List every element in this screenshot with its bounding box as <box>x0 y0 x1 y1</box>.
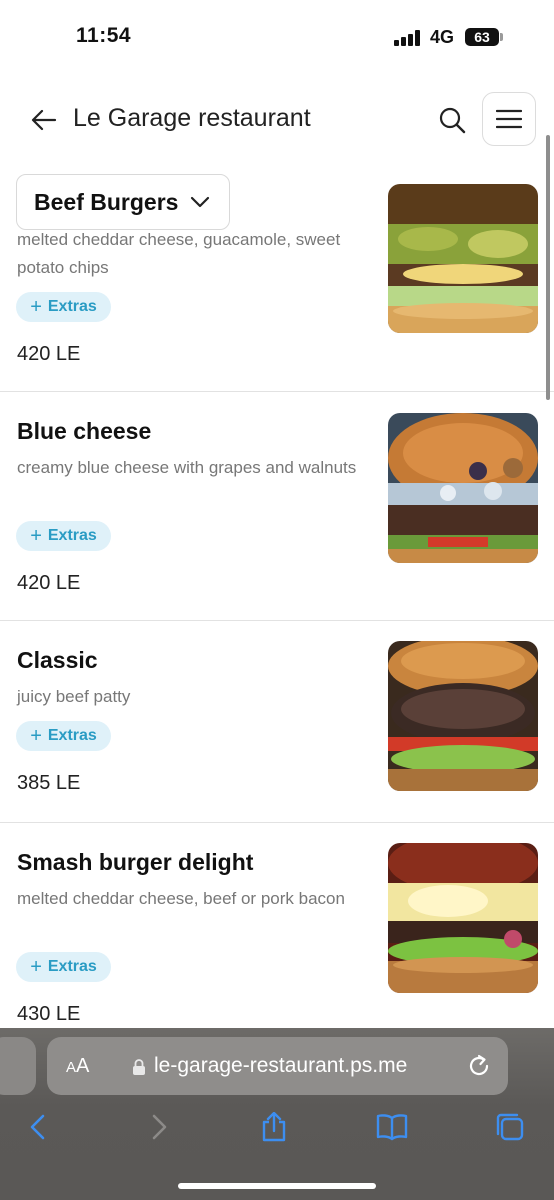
scrollbar[interactable] <box>546 135 550 400</box>
item-divider <box>0 822 554 823</box>
item-description: juicy beef patty <box>17 687 131 706</box>
item-name: Smash burger delight <box>17 849 254 875</box>
plus-icon: + <box>30 956 42 978</box>
tabs-icon[interactable] <box>495 1112 525 1142</box>
item-name: Classic <box>17 647 98 673</box>
chevron-down-icon <box>191 196 210 208</box>
back-arrow-icon[interactable] <box>30 106 58 134</box>
extras-button[interactable]: + Extras <box>16 292 111 322</box>
reload-icon[interactable] <box>466 1053 492 1079</box>
previous-tab-preview[interactable] <box>0 1037 36 1095</box>
blue-cheese-burger-photo[interactable] <box>388 413 538 563</box>
extras-button[interactable]: + Extras <box>16 521 111 551</box>
url-text[interactable]: le-garage-restaurant.ps.me <box>154 1054 407 1078</box>
hamburger-icon <box>496 109 522 129</box>
category-label: Beef Burgers <box>34 188 179 215</box>
network-type: 4G <box>430 27 455 47</box>
battery-icon: 63 <box>465 28 499 46</box>
plus-icon: + <box>30 725 42 747</box>
text-size-button[interactable]: AA <box>66 1055 89 1078</box>
item-price: 420 LE <box>17 572 81 594</box>
item-description: creamy blue cheese with grapes and walnu… <box>17 458 357 477</box>
item-divider <box>0 620 554 621</box>
menu-button[interactable] <box>482 92 536 146</box>
item-description: melted cheddar cheese, beef or pork baco… <box>17 889 345 908</box>
home-indicator[interactable] <box>178 1183 376 1189</box>
search-icon[interactable] <box>437 105 467 135</box>
smash-burger-photo[interactable] <box>388 843 538 993</box>
extras-button[interactable]: + Extras <box>16 952 111 982</box>
item-price: 420 LE <box>17 343 81 365</box>
lock-icon <box>132 1058 146 1076</box>
forward-icon[interactable] <box>143 1112 173 1142</box>
item-divider <box>0 391 554 392</box>
extras-button[interactable]: + Extras <box>16 721 111 751</box>
battery-tip <box>500 33 503 41</box>
guacamole-burger-photo[interactable] <box>388 184 538 333</box>
plus-icon: + <box>30 525 42 547</box>
signal-icon <box>394 30 424 46</box>
item-price: 385 LE <box>17 772 81 794</box>
item-name: Blue cheese <box>17 418 152 444</box>
item-price: 430 LE <box>17 1003 81 1025</box>
category-dropdown[interactable]: Beef Burgers <box>16 174 230 230</box>
back-icon[interactable] <box>24 1112 54 1142</box>
bookmarks-icon[interactable] <box>376 1112 408 1142</box>
share-icon[interactable] <box>259 1111 289 1142</box>
classic-burger-photo[interactable] <box>388 641 538 791</box>
page-title: Le Garage restaurant <box>73 104 311 132</box>
status-time: 11:54 <box>76 24 132 47</box>
plus-icon: + <box>30 296 42 318</box>
item-description: melted cheddar cheese, guacamole, sweet … <box>17 230 341 277</box>
